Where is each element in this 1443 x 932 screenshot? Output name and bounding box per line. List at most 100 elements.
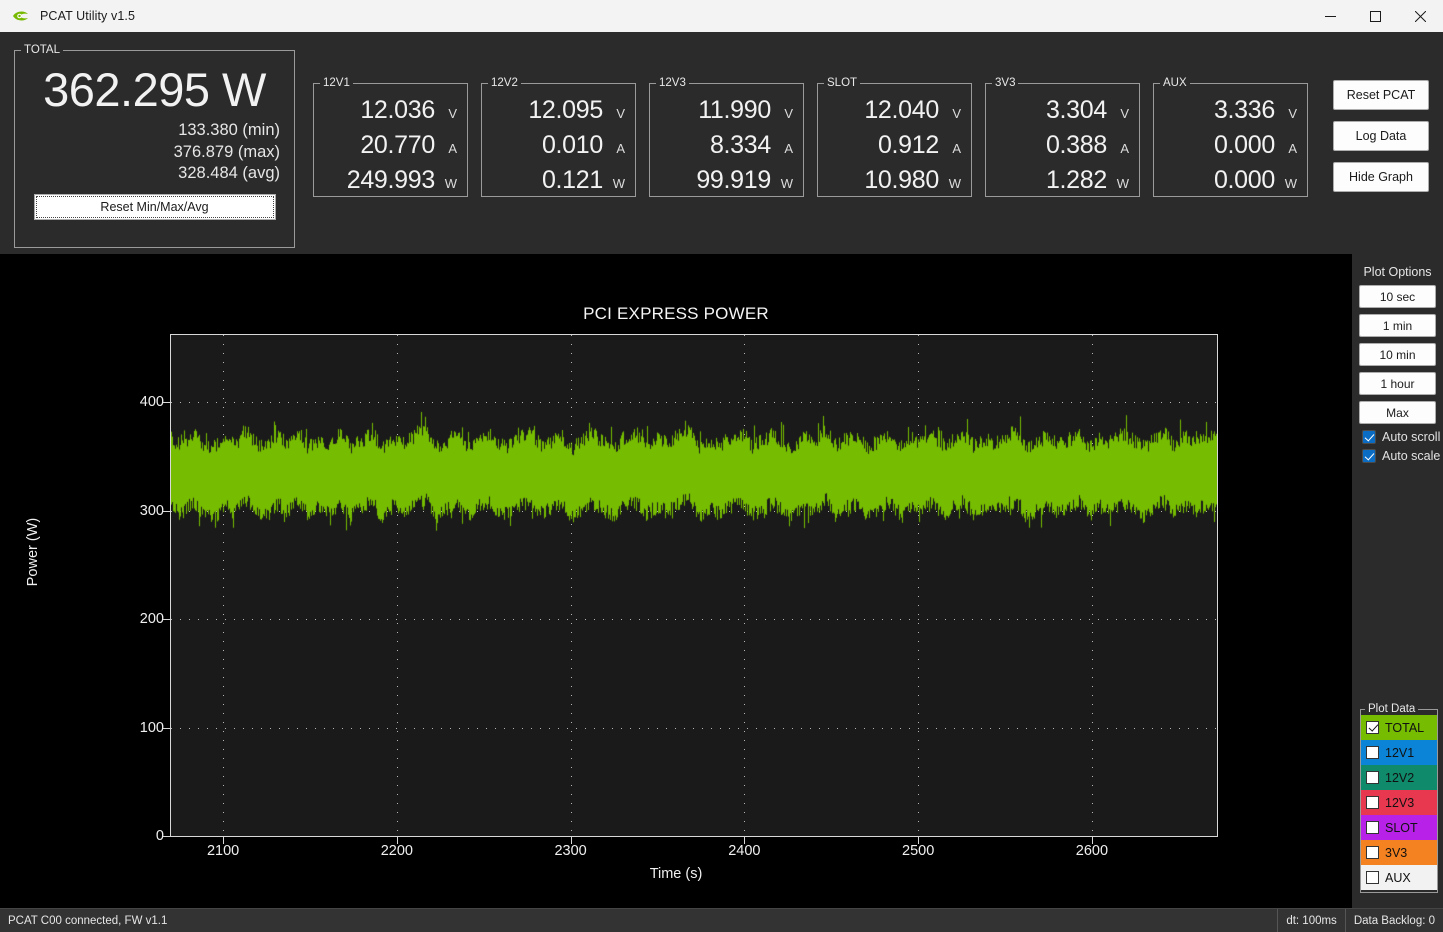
plot-data-row-12v3[interactable]: 12V3 xyxy=(1361,790,1437,815)
reset-pcat-button[interactable]: Reset PCAT xyxy=(1333,80,1429,110)
auto-scroll-row[interactable]: Auto scroll xyxy=(1362,430,1443,444)
x-tick-label: 2300 xyxy=(554,843,587,859)
unit-watts: W xyxy=(1116,176,1129,191)
plot-data-label: 12V2 xyxy=(1385,770,1415,785)
plot-data-checkbox-12v2[interactable] xyxy=(1366,771,1379,784)
plot-data-checkbox-12v3[interactable] xyxy=(1366,796,1379,809)
auto-scale-row[interactable]: Auto scale xyxy=(1362,449,1443,463)
plot-data-row-12v1[interactable]: 12V1 xyxy=(1361,740,1437,765)
y-tick-label: 0 xyxy=(155,828,164,844)
plot-data-label: 12V3 xyxy=(1385,795,1415,810)
window-title: PCAT Utility v1.5 xyxy=(40,9,136,23)
plot-data-label: AUX xyxy=(1385,870,1411,885)
rail-current-row: 8.334 A xyxy=(650,131,793,166)
rail-power-row: 249.993 W xyxy=(314,166,457,201)
rail-rows: 12.095 V 0.010 A 0.121 W xyxy=(482,89,635,201)
rail-power-value: 0.000 xyxy=(1213,166,1275,194)
rail-group-12v1: 12V1 12.036 V 20.770 A 249.993 W xyxy=(313,77,468,197)
auto-scroll-checkbox[interactable] xyxy=(1362,430,1376,444)
range-button-Max[interactable]: Max xyxy=(1359,401,1436,424)
rail-group-12v2: 12V2 12.095 V 0.010 A 0.121 W xyxy=(481,77,636,197)
total-stats: 133.380 (min) 376.879 (max) 328.484 (avg… xyxy=(15,120,294,185)
range-button-10-min[interactable]: 10 min xyxy=(1359,343,1436,366)
rail-rows: 12.040 V 0.912 A 10.980 W xyxy=(818,89,971,201)
x-tick-label: 2100 xyxy=(206,843,240,859)
action-button-group: Reset PCAT Log Data Hide Graph xyxy=(1333,80,1429,203)
minimize-icon[interactable] xyxy=(1308,0,1353,32)
hide-graph-button[interactable]: Hide Graph xyxy=(1333,162,1429,192)
rail-power-row: 10.980 W xyxy=(818,166,961,201)
total-power-value: 362.295 W xyxy=(43,63,266,116)
rail-current-row: 0.010 A xyxy=(482,131,625,166)
plot-data-row-3v3[interactable]: 3V3 xyxy=(1361,840,1437,865)
range-button-1-min[interactable]: 1 min xyxy=(1359,314,1436,337)
plot-data-checkbox-12v1[interactable] xyxy=(1366,746,1379,759)
rail-power-row: 0.000 W xyxy=(1154,166,1297,201)
y-tick-mark xyxy=(163,402,170,404)
plot-data-row-aux[interactable]: AUX xyxy=(1361,865,1437,890)
y-tick-mark xyxy=(163,510,170,512)
nvidia-eye-logo-icon xyxy=(12,9,30,23)
y-tick-label: 200 xyxy=(139,611,164,628)
rail-power-value: 0.121 xyxy=(541,166,603,194)
range-button-1-hour[interactable]: 1 hour xyxy=(1359,372,1436,395)
unit-volts: V xyxy=(952,106,961,121)
plot-data-label: SLOT xyxy=(1385,820,1418,835)
x-tick-label: 2400 xyxy=(728,843,761,859)
rail-rows: 3.336 V 0.000 A 0.000 W xyxy=(1154,89,1307,201)
rail-voltage-value: 3.336 xyxy=(1213,96,1275,124)
rail-group-12v3: 12V3 11.990 V 8.334 A 99.919 W xyxy=(649,77,804,197)
plot-data-label: TOTAL xyxy=(1385,720,1425,735)
reset-min-max-avg-button[interactable]: Reset Min/Max/Avg xyxy=(33,193,276,220)
total-min-value: 133.380 (min) xyxy=(178,121,280,139)
y-tick-label: 100 xyxy=(139,719,164,736)
rail-voltage-row: 11.990 V xyxy=(650,96,793,131)
y-tick-mark xyxy=(163,619,170,621)
x-tick-label: 2600 xyxy=(1075,843,1109,859)
maximize-icon[interactable] xyxy=(1353,0,1398,32)
status-dt: dt: 100ms xyxy=(1278,909,1346,932)
x-tick-label: 2200 xyxy=(380,843,413,859)
rail-current-row: 0.388 A xyxy=(986,131,1129,166)
status-backlog: Data Backlog: 0 xyxy=(1353,914,1435,927)
rail-legend: AUX xyxy=(1163,77,1187,89)
rail-group-slot: SLOT 12.040 V 0.912 A 10.980 W xyxy=(817,77,972,197)
readout-dashboard: TOTAL 362.295 W 133.380 (min) 376.879 (m… xyxy=(0,32,1443,254)
auto-scale-label: Auto scale xyxy=(1382,449,1441,463)
unit-watts: W xyxy=(948,176,961,191)
plot-data-label: 3V3 xyxy=(1385,845,1408,860)
plot-data-row-slot[interactable]: SLOT xyxy=(1361,815,1437,840)
unit-amps: A xyxy=(1288,141,1297,156)
log-data-button[interactable]: Log Data xyxy=(1333,121,1429,151)
rail-rows: 12.036 V 20.770 A 249.993 W xyxy=(314,89,467,201)
plot-data-label: 12V1 xyxy=(1385,745,1415,760)
plot-area[interactable] xyxy=(170,334,1218,837)
rail-voltage-value: 12.040 xyxy=(864,96,939,124)
total-avg-value: 328.484 (avg) xyxy=(178,164,280,182)
plot-data-checkbox-aux[interactable] xyxy=(1366,871,1379,884)
x-tick-mark xyxy=(223,837,225,844)
unit-volts: V xyxy=(784,106,793,121)
plot-data-row-total[interactable]: TOTAL xyxy=(1361,715,1437,740)
plot-data-row-12v2[interactable]: 12V2 xyxy=(1361,765,1437,790)
plot-data-checkbox-slot[interactable] xyxy=(1366,821,1379,834)
rail-voltage-row: 12.036 V xyxy=(314,96,457,131)
rail-power-row: 0.121 W xyxy=(482,166,625,201)
plot-data-checkbox-total[interactable] xyxy=(1366,721,1379,734)
close-icon[interactable] xyxy=(1398,0,1443,32)
rail-legend: 12V2 xyxy=(491,77,518,89)
rail-power-row: 99.919 W xyxy=(650,166,793,201)
unit-watts: W xyxy=(444,176,457,191)
rail-current-row: 0.912 A xyxy=(818,131,961,166)
plot-data-checkbox-3v3[interactable] xyxy=(1366,846,1379,859)
rail-current-row: 20.770 A xyxy=(314,131,457,166)
x-tick-mark xyxy=(1091,837,1093,844)
rail-voltage-row: 3.304 V xyxy=(986,96,1129,131)
rail-voltage-value: 12.036 xyxy=(360,96,435,124)
range-button-10-sec[interactable]: 10 sec xyxy=(1359,285,1436,308)
auto-scale-checkbox[interactable] xyxy=(1362,449,1376,463)
unit-amps: A xyxy=(784,141,793,156)
rail-legend: 12V3 xyxy=(659,77,686,89)
plot-data-legend: Plot Data xyxy=(1368,703,1416,715)
plot-sidebar: Plot Options 10 sec 1 min 10 min 1 hour Max … xyxy=(1352,254,1443,908)
